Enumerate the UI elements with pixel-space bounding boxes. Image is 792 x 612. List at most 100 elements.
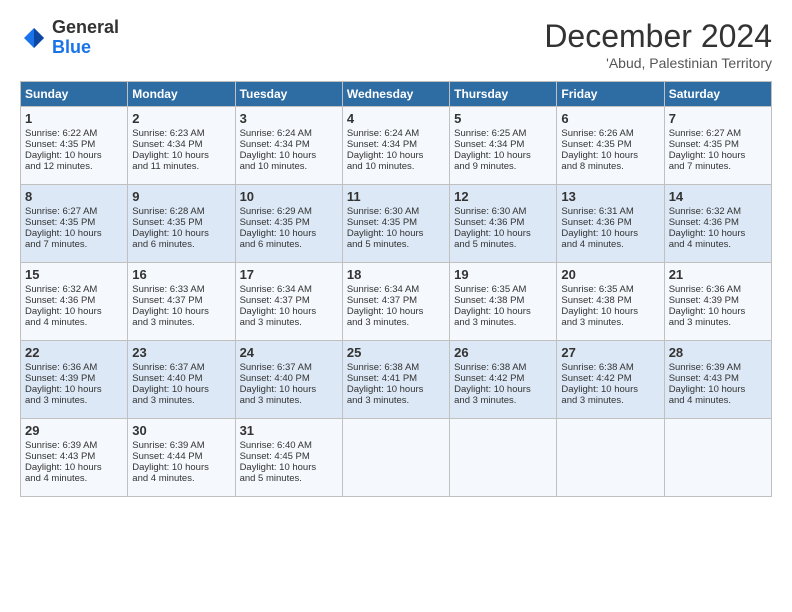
day-info-line: and 3 minutes.: [347, 395, 445, 406]
day-info-line: and 9 minutes.: [454, 161, 552, 172]
day-info-line: Sunrise: 6:34 AM: [240, 284, 338, 295]
calendar-cell: 24Sunrise: 6:37 AMSunset: 4:40 PMDayligh…: [235, 341, 342, 419]
calendar-cell: 16Sunrise: 6:33 AMSunset: 4:37 PMDayligh…: [128, 263, 235, 341]
day-info-line: Sunrise: 6:29 AM: [240, 206, 338, 217]
day-number: 21: [669, 267, 767, 282]
calendar-cell: 12Sunrise: 6:30 AMSunset: 4:36 PMDayligh…: [450, 185, 557, 263]
day-info-line: and 6 minutes.: [240, 239, 338, 250]
day-number: 23: [132, 345, 230, 360]
day-number: 5: [454, 111, 552, 126]
day-info-line: and 3 minutes.: [240, 395, 338, 406]
day-info-line: Sunrise: 6:36 AM: [25, 362, 123, 373]
day-number: 26: [454, 345, 552, 360]
col-header-sunday: Sunday: [21, 82, 128, 107]
day-number: 15: [25, 267, 123, 282]
day-info-line: Daylight: 10 hours: [561, 150, 659, 161]
day-info-line: Sunset: 4:43 PM: [669, 373, 767, 384]
calendar-cell: 11Sunrise: 6:30 AMSunset: 4:35 PMDayligh…: [342, 185, 449, 263]
day-info-line: Daylight: 10 hours: [561, 228, 659, 239]
day-info-line: Sunset: 4:38 PM: [561, 295, 659, 306]
day-info-line: Sunrise: 6:38 AM: [561, 362, 659, 373]
day-number: 25: [347, 345, 445, 360]
day-info-line: Sunset: 4:42 PM: [561, 373, 659, 384]
day-info-line: Sunrise: 6:24 AM: [240, 128, 338, 139]
day-info-line: Daylight: 10 hours: [669, 306, 767, 317]
day-info-line: Sunset: 4:37 PM: [132, 295, 230, 306]
day-info-line: Sunrise: 6:32 AM: [25, 284, 123, 295]
calendar-cell: 14Sunrise: 6:32 AMSunset: 4:36 PMDayligh…: [664, 185, 771, 263]
day-number: 6: [561, 111, 659, 126]
subtitle: 'Abud, Palestinian Territory: [544, 55, 772, 71]
day-info-line: Sunrise: 6:40 AM: [240, 440, 338, 451]
calendar-cell: 10Sunrise: 6:29 AMSunset: 4:35 PMDayligh…: [235, 185, 342, 263]
calendar-cell: [342, 419, 449, 497]
day-info-line: Sunset: 4:37 PM: [240, 295, 338, 306]
day-info-line: Daylight: 10 hours: [347, 384, 445, 395]
day-info-line: Sunset: 4:35 PM: [25, 217, 123, 228]
day-info-line: Sunset: 4:45 PM: [240, 451, 338, 462]
week-row-4: 22Sunrise: 6:36 AMSunset: 4:39 PMDayligh…: [21, 341, 772, 419]
main-title: December 2024: [544, 18, 772, 55]
day-number: 12: [454, 189, 552, 204]
calendar-cell: 22Sunrise: 6:36 AMSunset: 4:39 PMDayligh…: [21, 341, 128, 419]
col-header-thursday: Thursday: [450, 82, 557, 107]
logo-blue-text: Blue: [52, 38, 119, 58]
day-info-line: and 4 minutes.: [669, 239, 767, 250]
calendar-cell: 19Sunrise: 6:35 AMSunset: 4:38 PMDayligh…: [450, 263, 557, 341]
day-info-line: and 8 minutes.: [561, 161, 659, 172]
day-info-line: Daylight: 10 hours: [347, 150, 445, 161]
day-info-line: and 5 minutes.: [347, 239, 445, 250]
day-info-line: Daylight: 10 hours: [561, 306, 659, 317]
day-number: 27: [561, 345, 659, 360]
day-info-line: and 3 minutes.: [132, 317, 230, 328]
calendar-cell: 28Sunrise: 6:39 AMSunset: 4:43 PMDayligh…: [664, 341, 771, 419]
day-number: 11: [347, 189, 445, 204]
logo-general-text: General: [52, 18, 119, 38]
day-info-line: Sunrise: 6:39 AM: [132, 440, 230, 451]
day-info-line: and 4 minutes.: [669, 395, 767, 406]
day-number: 19: [454, 267, 552, 282]
day-number: 29: [25, 423, 123, 438]
title-section: December 2024 'Abud, Palestinian Territo…: [544, 18, 772, 71]
day-info-line: Daylight: 10 hours: [347, 228, 445, 239]
calendar-cell: 26Sunrise: 6:38 AMSunset: 4:42 PMDayligh…: [450, 341, 557, 419]
day-info-line: Sunset: 4:34 PM: [132, 139, 230, 150]
day-info-line: Sunrise: 6:37 AM: [132, 362, 230, 373]
day-info-line: Sunset: 4:35 PM: [25, 139, 123, 150]
day-number: 17: [240, 267, 338, 282]
day-info-line: Sunset: 4:39 PM: [25, 373, 123, 384]
logo-icon: [20, 24, 48, 52]
calendar-cell: 9Sunrise: 6:28 AMSunset: 4:35 PMDaylight…: [128, 185, 235, 263]
day-info-line: Sunset: 4:36 PM: [561, 217, 659, 228]
day-info-line: Sunset: 4:41 PM: [347, 373, 445, 384]
day-info-line: Sunrise: 6:22 AM: [25, 128, 123, 139]
day-info-line: Sunrise: 6:35 AM: [561, 284, 659, 295]
day-info-line: Sunrise: 6:23 AM: [132, 128, 230, 139]
day-info-line: Sunset: 4:35 PM: [347, 217, 445, 228]
day-info-line: Daylight: 10 hours: [25, 384, 123, 395]
day-info-line: Daylight: 10 hours: [132, 462, 230, 473]
day-info-line: and 7 minutes.: [25, 239, 123, 250]
day-number: 2: [132, 111, 230, 126]
day-number: 30: [132, 423, 230, 438]
day-info-line: Sunrise: 6:30 AM: [454, 206, 552, 217]
day-info-line: Daylight: 10 hours: [132, 228, 230, 239]
calendar-cell: 18Sunrise: 6:34 AMSunset: 4:37 PMDayligh…: [342, 263, 449, 341]
day-info-line: Daylight: 10 hours: [669, 150, 767, 161]
day-number: 1: [25, 111, 123, 126]
day-info-line: Daylight: 10 hours: [25, 306, 123, 317]
calendar-cell: [557, 419, 664, 497]
day-number: 31: [240, 423, 338, 438]
day-info-line: Daylight: 10 hours: [454, 306, 552, 317]
day-info-line: Sunset: 4:35 PM: [669, 139, 767, 150]
day-info-line: and 3 minutes.: [347, 317, 445, 328]
day-info-line: Daylight: 10 hours: [669, 228, 767, 239]
calendar-cell: 13Sunrise: 6:31 AMSunset: 4:36 PMDayligh…: [557, 185, 664, 263]
day-info-line: Daylight: 10 hours: [240, 306, 338, 317]
day-info-line: and 7 minutes.: [669, 161, 767, 172]
header-row: SundayMondayTuesdayWednesdayThursdayFrid…: [21, 82, 772, 107]
calendar-cell: 20Sunrise: 6:35 AMSunset: 4:38 PMDayligh…: [557, 263, 664, 341]
day-number: 7: [669, 111, 767, 126]
day-info-line: Daylight: 10 hours: [454, 228, 552, 239]
day-info-line: Daylight: 10 hours: [25, 462, 123, 473]
